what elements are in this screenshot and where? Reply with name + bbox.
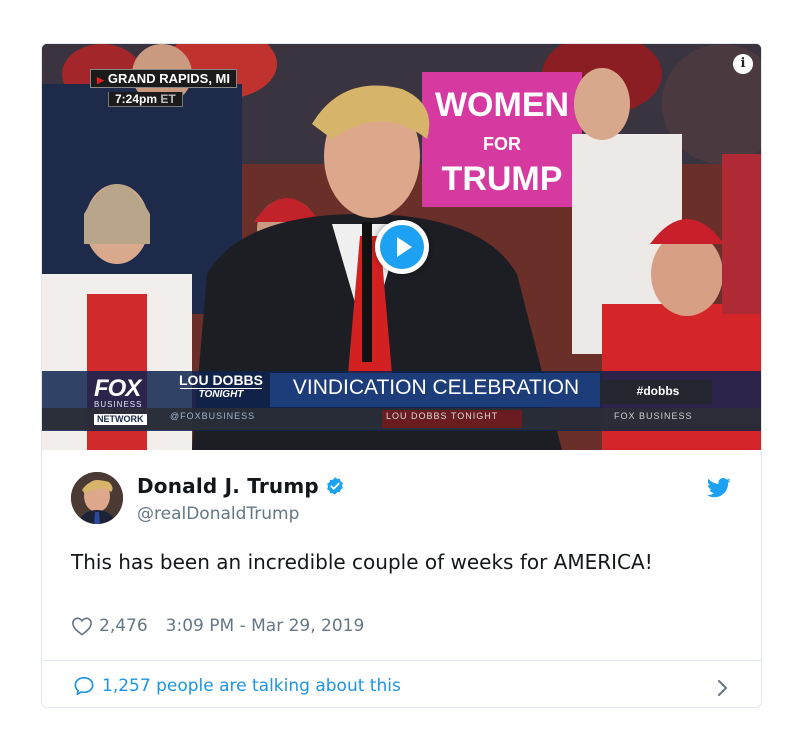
location-city: ▶ GRAND RAPIDS, MI: [90, 69, 237, 88]
ticker-mid: LOU DOBBS TONIGHT: [386, 411, 499, 421]
talking-text: 1,257 people are talking about this: [102, 676, 401, 696]
divider: [42, 660, 761, 661]
twitter-bird-icon[interactable]: [707, 478, 731, 498]
sign-text-for: FOR: [483, 134, 521, 154]
author-row: Donald J. Trump: [137, 474, 345, 498]
ticker-left: @FOXBUSINESS: [170, 411, 256, 421]
embedded-tweet-card[interactable]: WOMEN FOR TRUMP ▶ GRAND RAPIDS, MI 7:24p…: [41, 43, 762, 708]
play-icon: [380, 225, 424, 269]
news-hashtag: #dobbs: [636, 384, 680, 398]
speech-bubble-icon: [74, 677, 94, 695]
avatar[interactable]: [71, 472, 123, 524]
info-icon[interactable]: i: [733, 54, 753, 74]
news-lower-third: FOX BUSINESS NETWORK LOU DOBBS TONIGHT V…: [42, 371, 761, 431]
news-headline: VINDICATION CELEBRATION: [292, 376, 580, 399]
fox-business-logo: FOX BUSINESS NETWORK: [94, 377, 160, 425]
tweet-text: This has been an incredible couple of we…: [71, 550, 653, 574]
chevron-right-icon[interactable]: [716, 678, 728, 698]
sign-text-women: WOMEN: [435, 86, 569, 124]
play-arrow-icon: ▶: [97, 75, 104, 85]
video-player[interactable]: WOMEN FOR TRUMP ▶ GRAND RAPIDS, MI 7:24p…: [42, 44, 761, 450]
author-name[interactable]: Donald J. Trump: [137, 474, 319, 498]
heart-icon[interactable]: [71, 616, 93, 636]
tweet-timestamp[interactable]: 3:09 PM - Mar 29, 2019: [166, 616, 365, 636]
ticker-right: FOX BUSINESS: [614, 411, 693, 421]
show-logo: LOU DOBBS TONIGHT: [179, 372, 263, 401]
tweet-meta: 2,476 3:09 PM - Mar 29, 2019: [71, 616, 364, 636]
sign-text-trump: TRUMP: [442, 160, 563, 198]
like-count[interactable]: 2,476: [99, 616, 148, 636]
location-banner: ▶ GRAND RAPIDS, MI 7:24pm ET: [90, 68, 237, 107]
play-button[interactable]: [375, 220, 429, 274]
author-handle[interactable]: @realDonaldTrump: [137, 504, 299, 524]
location-time: 7:24pm ET: [108, 92, 183, 107]
talking-link[interactable]: 1,257 people are talking about this: [73, 676, 401, 696]
verified-badge-icon: [327, 477, 343, 495]
